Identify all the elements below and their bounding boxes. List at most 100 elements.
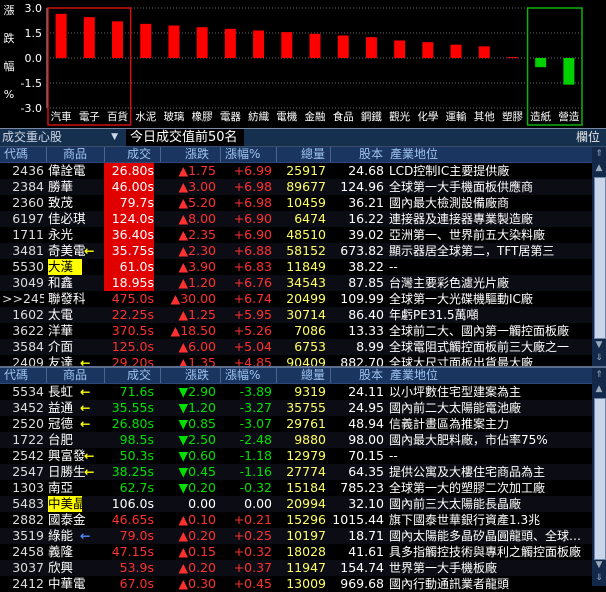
group-selector-label: 成交重心股	[2, 130, 63, 144]
stock-name: 台肥	[48, 432, 74, 447]
table-row[interactable]: 1303 南亞 62.7s ▼0.20 -0.32 15184 785.23 全球第一大的塑膠…	[0, 480, 592, 496]
last-price: 46.65s	[111, 512, 154, 527]
share-capital: 98.00	[348, 432, 384, 447]
scroll-up-icon[interactable]: ▲	[593, 161, 605, 175]
col-capital[interactable]: 股本	[330, 147, 385, 162]
top-scrollbar[interactable]: ⇑ ▲ ▼ ⇓	[592, 147, 606, 366]
last-price: 38.25s	[111, 464, 154, 479]
industry-position: 國內前三大太陽能長晶廠	[389, 497, 522, 511]
col-pct[interactable]: 漲幅%	[220, 368, 275, 383]
scroll-down-icon[interactable]: ⇓	[593, 351, 605, 365]
table-row[interactable]: 3519 綠能 ← 79.0s ▲0.20 +0.25 10197 18.71 國內太陽能多晶矽…	[0, 528, 592, 544]
col-name[interactable]: 商品	[46, 147, 103, 162]
table-row[interactable]: 1602 太電 22.25s ▲1.25 +5.95 30714 86.40 年虧PE31.5…	[0, 307, 592, 323]
stock-code: 2384	[12, 179, 44, 194]
price-change: ▲0.15	[178, 544, 216, 559]
table-row[interactable]: 3481 奇美電 ← 35.75s ▲2.30 +6.88 58152 673.82 顯示器居全…	[0, 243, 592, 259]
price-change: 0.00	[188, 496, 216, 511]
stock-name: 洋華	[48, 323, 74, 338]
scroll-thumb[interactable]	[594, 177, 606, 339]
share-capital: 13.33	[348, 323, 384, 338]
col-change[interactable]: 漲跌	[160, 368, 217, 383]
col-price[interactable]: 成交	[104, 147, 155, 162]
col-code[interactable]: 代碼	[4, 368, 28, 383]
last-price: 61.0s	[104, 259, 154, 275]
scroll-up-icon[interactable]: ⇑	[593, 368, 605, 382]
stock-name: 中美晶	[48, 496, 82, 512]
table-row[interactable]: 2436 偉詮電 26.80s ▲1.75 +6.99 25917 24.68 LCD控制IC…	[0, 163, 592, 179]
percent-change: +6.83	[233, 259, 272, 274]
stock-code: 3584	[12, 339, 44, 354]
col-industry[interactable]: 產業地位	[390, 368, 438, 383]
col-change[interactable]: 漲跌	[160, 147, 217, 162]
group-selector[interactable]: 成交重心股 ▼	[2, 129, 124, 146]
percent-change: +6.76	[233, 275, 272, 290]
table-row[interactable]: 1722 台肥 98.5s ▼2.50 -2.48 9880 98.00 國內最大肥料廠，市佔…	[0, 432, 592, 448]
col-industry[interactable]: 產業地位	[390, 147, 438, 162]
table-row[interactable]: 5483 中美晶 106.0s 0.00 0.00 20994 32.10 國內前三大太陽能長…	[0, 496, 592, 512]
percent-change: -3.07	[239, 416, 272, 431]
table-row[interactable]: >>2454 聯發科 475.0s ▲30.00 +6.74 20499 109.99 全球第…	[0, 291, 592, 307]
table-row[interactable]: 2542 興富發 ← 50.3s ▼0.60 -1.18 12979 70.15 --	[0, 448, 592, 464]
last-price: 79.0s	[119, 528, 154, 543]
price-change: ▼2.90	[178, 384, 216, 399]
col-volume[interactable]: 總量	[276, 368, 327, 383]
table-row[interactable]: 3452 益通 ← 35.55s ▼1.20 -3.27 35755 24.95 國內前二大太陽…	[0, 400, 592, 416]
dropdown-arrow-icon[interactable]: ▼	[111, 129, 118, 146]
price-change: ▼0.20	[178, 480, 216, 495]
last-price: 98.5s	[119, 432, 154, 447]
bottom-scrollbar[interactable]: ⇑ ▲ ▼ ⇓	[592, 368, 606, 586]
table-row[interactable]: 1711 永光 36.40s ▲2.35 +6.90 48510 39.02 亞洲第一、世界前…	[0, 227, 592, 243]
last-price: 475.0s	[111, 291, 154, 306]
scroll-down-icon[interactable]: ▼	[593, 558, 605, 572]
col-price[interactable]: 成交	[104, 368, 155, 383]
total-volume: 11849	[286, 259, 326, 274]
table-row[interactable]: 2882 國泰金 46.65s ▲0.10 +0.21 15296 1015.44 旗下國泰世…	[0, 512, 592, 528]
table-row[interactable]: 3622 洋華 370.5s ▲18.50 +5.26 7086 13.33 全球前二大、國內…	[0, 323, 592, 339]
last-price: 35.55s	[111, 400, 154, 415]
table-row[interactable]: 6197 佳必琪 124.0s ▲8.00 +6.90 6474 16.22 連接器及連接器專…	[0, 211, 592, 227]
table-row[interactable]: 3049 和鑫 18.95s ▲1.20 +6.76 34543 87.85 台灣主要彩色濾光…	[0, 275, 592, 291]
scroll-down-icon[interactable]: ▼	[593, 338, 605, 352]
table-row[interactable]: 2547 日勝生 ← 38.25s ▼0.45 -1.16 27774 64.35 提供公寓及大…	[0, 464, 592, 480]
bar	[224, 28, 236, 58]
y-tick-label: -1.5	[21, 77, 42, 90]
industry-position: 台灣主要彩色濾光片廠	[389, 276, 510, 290]
col-code[interactable]: 代碼	[4, 147, 28, 162]
table-row[interactable]: 5530 大漢 61.0s ▲3.90 +6.83 11849 38.22 --	[0, 259, 592, 275]
scroll-down-icon[interactable]: ⇓	[593, 571, 605, 585]
scroll-up-icon[interactable]: ▲	[593, 382, 605, 396]
table-row[interactable]: 2458 義隆 47.15s ▲0.15 +0.32 18028 41.61 具多指觸控技術與…	[0, 544, 592, 560]
table-row[interactable]: 2360 致茂 79.7s ▲5.20 +6.98 10459 36.21 國內最大檢測設備廠…	[0, 195, 592, 211]
last-price: 125.0s	[111, 339, 154, 354]
stock-code: 1602	[12, 307, 44, 322]
stock-code: 5483	[12, 496, 44, 511]
table-row[interactable]: 2520 冠德 ← 26.80s ▼0.85 -3.07 29761 48.94 信義計畫區為推…	[0, 416, 592, 432]
price-change: ▲1.25	[178, 307, 216, 322]
bar	[478, 46, 490, 58]
table-row[interactable]: 5534 長虹 ← 71.6s ▼2.90 -3.89 9319 24.11 以小坪數住宅型建案…	[0, 384, 592, 400]
scroll-up-icon[interactable]: ⇑	[593, 147, 605, 161]
category-label: 運輸	[446, 110, 467, 123]
price-change: ▲0.20	[178, 528, 216, 543]
category-label: 汽車	[51, 110, 72, 123]
col-pct[interactable]: 漲幅%	[220, 147, 275, 162]
category-label: 觀光	[389, 110, 410, 123]
col-volume[interactable]: 總量	[276, 147, 327, 162]
total-volume: 11947	[286, 560, 326, 575]
table-row[interactable]: 3584 介面 125.0s ▲6.00 +5.04 6753 8.99 全球電阻式觸控面板前…	[0, 339, 592, 355]
scroll-thumb[interactable]	[594, 398, 606, 560]
table-row[interactable]: 2412 中華電 67.0s ▲0.30 +0.45 13009 969.68 國內行動通訊業…	[0, 576, 592, 592]
table-row[interactable]: 3037 欣興 53.9s ▲0.20 +0.37 11947 154.74 世界第一大手機板…	[0, 560, 592, 576]
table-row[interactable]: 2384 勝華 46.00s ▲3.00 +6.98 89677 124.96 全球第一大手機…	[0, 179, 592, 195]
category-label: 營造	[558, 110, 579, 123]
share-capital: 24.68	[348, 163, 384, 178]
price-change: ▲8.00	[178, 211, 216, 226]
col-capital[interactable]: 股本	[330, 368, 385, 383]
share-capital: 1015.44	[332, 512, 384, 527]
stock-name: 偉詮電	[48, 163, 86, 178]
flag-arrow-icon: ←	[80, 416, 91, 431]
col-name[interactable]: 商品	[46, 368, 103, 383]
bottom-table-body: 5534 長虹 ← 71.6s ▼2.90 -3.89 9319 24.11 以小坪數住宅型建案…	[0, 384, 592, 592]
columns-button[interactable]: 欄位	[576, 129, 600, 146]
